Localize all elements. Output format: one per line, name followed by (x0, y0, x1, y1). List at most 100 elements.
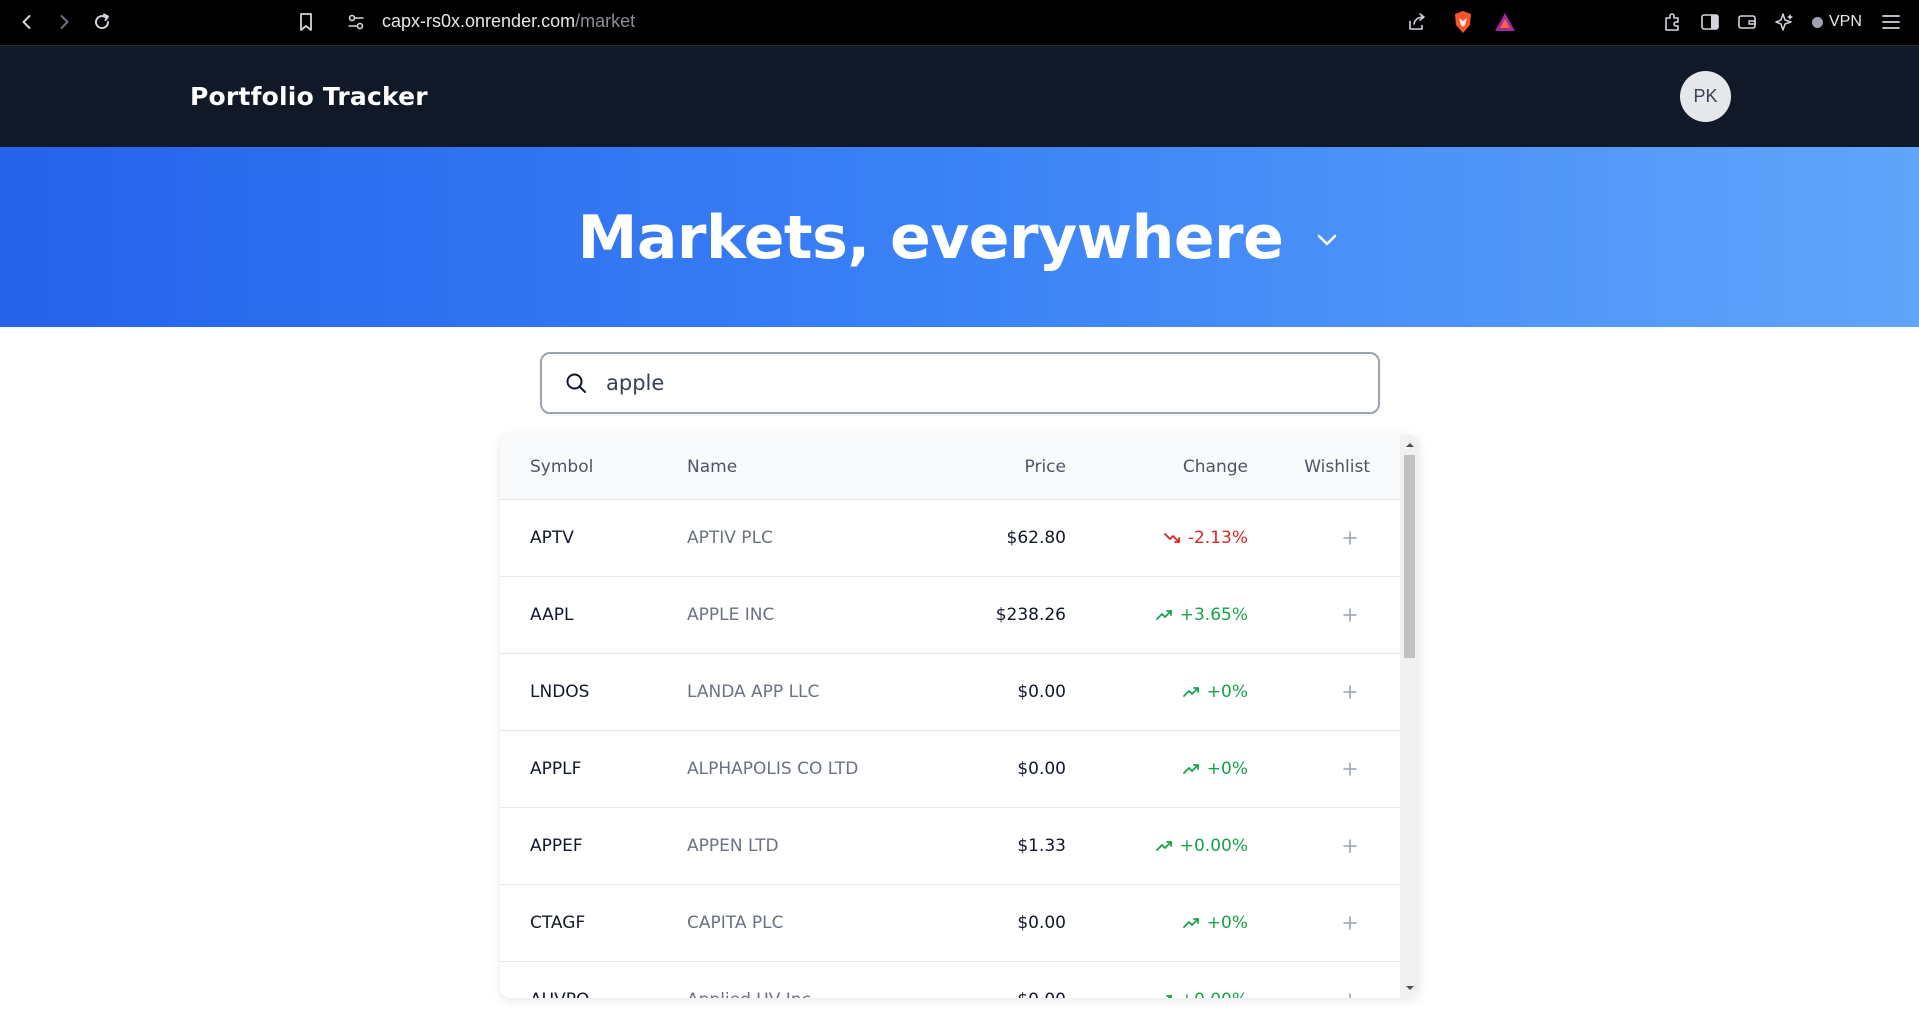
row-price: $0.00 (1017, 759, 1066, 779)
scrollbar-thumb[interactable] (1404, 455, 1415, 658)
row-change-value: +0% (1206, 759, 1248, 779)
add-to-wishlist-button[interactable] (1338, 731, 1362, 807)
brave-rewards-icon[interactable] (1492, 9, 1518, 35)
wallet-icon[interactable] (1734, 9, 1760, 35)
bookmark-icon[interactable] (293, 9, 319, 35)
row-symbol: CTAGF (530, 913, 586, 933)
address-bar[interactable]: capx-rs0x.onrender.com/market (382, 10, 635, 32)
menu-icon[interactable] (1878, 9, 1904, 35)
row-symbol: APPEF (530, 836, 583, 856)
share-icon[interactable] (1404, 9, 1430, 35)
table-row[interactable]: APPLF ALPHAPOLIS CO LTD $0.00 +0% (500, 731, 1400, 808)
trend-up-icon (1182, 917, 1201, 929)
header-change: Change (1182, 457, 1248, 477)
browser-toolbar: capx-rs0x.onrender.com/market VPN (0, 0, 1919, 46)
row-change: +0.00% (1156, 962, 1248, 998)
header-name: Name (687, 457, 738, 477)
scroll-up-icon[interactable] (1400, 437, 1419, 453)
vpn-label: VPN (1829, 13, 1862, 30)
trend-down-icon (1163, 532, 1182, 544)
hero-banner: Markets, everywhere (0, 147, 1919, 327)
brave-shield-icon[interactable] (1450, 9, 1476, 35)
site-settings-icon[interactable] (343, 9, 369, 35)
row-change: +0% (1182, 885, 1248, 961)
search-icon (562, 369, 590, 397)
vpn-status-icon (1812, 16, 1823, 28)
hero-title-wrap: Markets, everywhere (0, 203, 1919, 273)
row-symbol: AUVPQ (530, 962, 589, 998)
hero-title: Markets, everywhere (577, 203, 1284, 273)
plus-icon (1343, 762, 1357, 776)
row-price: $0.00 (1017, 962, 1066, 998)
extensions-icon[interactable] (1659, 9, 1685, 35)
table-row[interactable]: AAPL APPLE INC $238.26 +3.65% (500, 577, 1400, 654)
add-to-wishlist-button[interactable] (1338, 500, 1362, 576)
trend-up-icon (1182, 763, 1201, 775)
row-change-value: +0% (1206, 913, 1248, 933)
row-change: +0% (1182, 654, 1248, 730)
row-change-value: +0.00% (1180, 990, 1248, 998)
chevron-down-icon[interactable] (1313, 226, 1341, 254)
add-to-wishlist-button[interactable] (1338, 808, 1362, 884)
url-host: capx-rs0x.onrender.com (382, 11, 576, 31)
row-name: CAPITA PLC (687, 913, 784, 933)
row-change-value: +0% (1206, 682, 1248, 702)
trend-up-icon (1155, 840, 1174, 852)
scroll-down-icon[interactable] (1400, 980, 1419, 996)
market-table: Symbol Name Price Change Wishlist APTV AP… (500, 435, 1400, 998)
plus-icon (1343, 685, 1357, 699)
plus-icon (1343, 531, 1357, 545)
row-price: $62.80 (1006, 528, 1066, 548)
trend-up-icon (1156, 994, 1174, 998)
row-price: $0.00 (1017, 913, 1066, 933)
app-navbar: Portfolio Tracker PK (0, 46, 1919, 147)
search-box (540, 352, 1380, 414)
row-change-value: +0.00% (1179, 836, 1248, 856)
table-row[interactable]: AUVPQ Applied UV Inc $0.00 +0.00% (500, 962, 1400, 998)
sidebar-toggle-icon[interactable] (1697, 9, 1723, 35)
plus-icon (1343, 993, 1357, 998)
table-body: APTV APTIV PLC $62.80 -2.13% AAPL APPLE INC $2… (500, 500, 1400, 998)
table-row[interactable]: CTAGF CAPITA PLC $0.00 +0% (500, 885, 1400, 962)
trend-up-icon (1155, 609, 1174, 621)
reload-icon[interactable] (89, 9, 115, 35)
vpn-button[interactable]: VPN (1812, 11, 1862, 33)
add-to-wishlist-button[interactable] (1338, 962, 1362, 998)
row-symbol: APPLF (530, 759, 582, 779)
row-price: $238.26 (995, 605, 1066, 625)
table-header: Symbol Name Price Change Wishlist (500, 435, 1400, 500)
table-row[interactable]: LNDOS LANDA APP LLC $0.00 +0% (500, 654, 1400, 731)
table-row[interactable]: APPEF APPEN LTD $1.33 +0.00% (500, 808, 1400, 885)
trend-up-icon (1182, 686, 1201, 698)
row-change: +0.00% (1155, 808, 1248, 884)
row-price: $1.33 (1017, 836, 1066, 856)
brand-title[interactable]: Portfolio Tracker (190, 82, 428, 112)
row-symbol: APTV (530, 528, 574, 548)
row-symbol: LNDOS (530, 682, 590, 702)
row-name: APPLE INC (687, 605, 775, 625)
header-wishlist: Wishlist (1304, 457, 1370, 477)
forward-icon[interactable] (51, 9, 77, 35)
back-icon[interactable] (14, 9, 40, 35)
header-price: Price (1024, 457, 1066, 477)
row-change-value: -2.13% (1187, 528, 1248, 548)
plus-icon (1343, 839, 1357, 853)
add-to-wishlist-button[interactable] (1338, 577, 1362, 653)
header-symbol: Symbol (530, 457, 594, 477)
leo-ai-icon[interactable] (1772, 9, 1798, 35)
url-path: /market (575, 11, 636, 31)
table-row[interactable]: APTV APTIV PLC $62.80 -2.13% (500, 500, 1400, 577)
add-to-wishlist-button[interactable] (1338, 885, 1362, 961)
avatar[interactable]: PK (1680, 71, 1731, 122)
row-change: -2.13% (1163, 500, 1248, 576)
row-symbol: AAPL (530, 605, 574, 625)
table-scrollbar[interactable] (1400, 435, 1419, 998)
row-name: ALPHAPOLIS CO LTD (687, 759, 859, 779)
row-price: $0.00 (1017, 682, 1066, 702)
search-input[interactable] (604, 370, 1368, 396)
market-table-card: Symbol Name Price Change Wishlist APTV AP… (500, 435, 1419, 998)
add-to-wishlist-button[interactable] (1338, 654, 1362, 730)
row-name: LANDA APP LLC (687, 682, 820, 702)
row-change: +0% (1182, 731, 1248, 807)
row-name: Applied UV Inc (687, 962, 811, 998)
